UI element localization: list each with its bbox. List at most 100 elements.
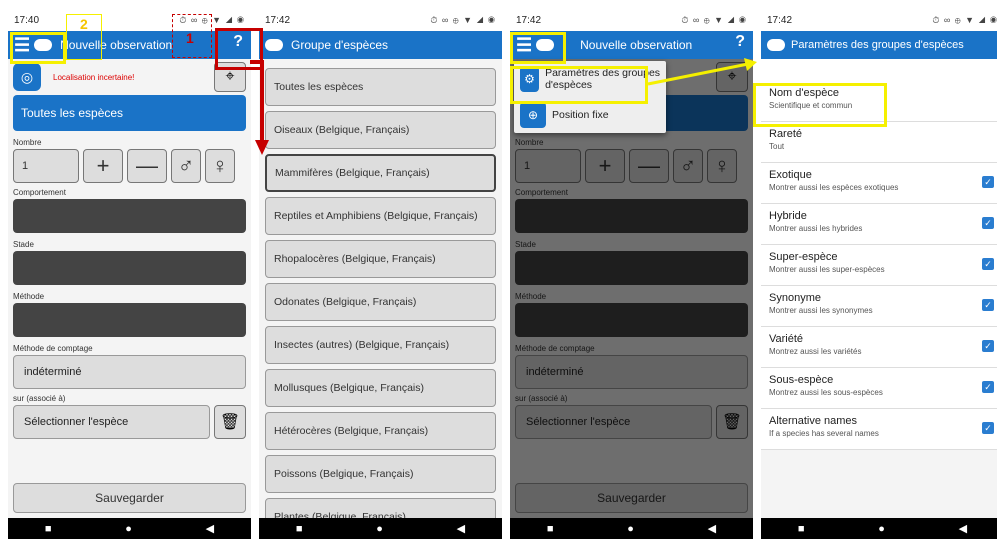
android-nav-bar: ■ ● ◀ <box>259 518 502 539</box>
settings-row-title: Synonyme <box>769 292 821 304</box>
settings-row[interactable]: Synonyme Montrer aussi les synonymes ✓ <box>761 286 997 327</box>
count-input[interactable]: 1 <box>13 149 79 183</box>
highlight-menu-item <box>510 66 648 104</box>
settings-row-subtitle: Montrez aussi les variétés <box>769 347 862 356</box>
behaviour-label: Comportement <box>13 188 66 197</box>
behaviour-field[interactable] <box>13 199 246 233</box>
home-icon[interactable]: ● <box>878 523 885 535</box>
gps-icon[interactable]: ◎ <box>13 63 41 91</box>
settings-row[interactable]: Alternative names If a species has severa… <box>761 409 997 450</box>
group-item[interactable]: Odonates (Belgique, Français) <box>265 283 496 321</box>
back-icon[interactable]: ◀ <box>206 522 214 535</box>
checkbox[interactable]: ✓ <box>982 176 994 188</box>
settings-row[interactable]: Rareté Tout <box>761 122 997 163</box>
status-bar: 17:42 ⏱ ∞ ⊕ ▼ ◢ ◉ <box>761 9 997 31</box>
settings-row-title: Sous-espèce <box>769 374 834 386</box>
settings-row-subtitle: Montrez aussi les sous-espèces <box>769 388 883 397</box>
highlight-menu-icon <box>10 32 66 64</box>
recents-icon[interactable]: ■ <box>296 523 303 535</box>
plus-button[interactable]: + <box>83 149 123 183</box>
status-time: 17:42 <box>516 14 542 26</box>
method-label: Méthode <box>13 292 45 301</box>
page-title: Groupe d'espèces <box>291 38 389 52</box>
back-icon[interactable]: ◀ <box>457 522 465 535</box>
settings-row-subtitle: Montrer aussi les hybrides <box>769 224 863 233</box>
settings-row[interactable]: Hybride Montrer aussi les hybrides ✓ <box>761 204 997 245</box>
status-bar: 17:42 ⏱ ∞ ⊕ ▼ ◢ ◉ <box>259 9 502 31</box>
associated-species-field[interactable]: Sélectionner l'espèce <box>13 405 210 439</box>
settings-row-title: Variété <box>769 333 804 345</box>
female-button[interactable]: ♀ <box>205 149 235 183</box>
count-label: Nombre <box>13 138 42 147</box>
count-row: 1 + — ♂ ♀ <box>13 149 246 183</box>
group-item[interactable]: Reptiles et Amphibiens (Belgique, França… <box>265 197 496 235</box>
save-button[interactable]: Sauvegarder <box>13 483 246 513</box>
checkbox[interactable]: ✓ <box>982 258 994 270</box>
settings-row-title: Rareté <box>769 128 803 140</box>
settings-row[interactable]: Exotique Montrer aussi les espèces exotiq… <box>761 163 997 204</box>
checkbox[interactable]: ✓ <box>982 422 994 434</box>
associated-row: Sélectionner l'espèce 🗑 <box>13 405 246 439</box>
species-select-button[interactable]: Toutes les espèces <box>13 95 246 131</box>
trash-icon: 🗑 <box>219 414 241 431</box>
page-title: Paramètres des groupes d'espèces <box>791 39 964 51</box>
settings-row-subtitle: Montrer aussi les synonymes <box>769 306 873 315</box>
recents-icon[interactable]: ■ <box>798 523 805 535</box>
highlight-menu-icon-2 <box>510 32 566 64</box>
highlight-help-icon <box>215 28 263 70</box>
home-icon[interactable]: ● <box>376 523 383 535</box>
settings-row[interactable]: Variété Montrez aussi les variétés ✓ <box>761 327 997 368</box>
status-time: 17:42 <box>767 14 793 26</box>
screen-new-observation: 17:40 ⏱ ∞ ⊕ ▼ ◢ ◉ ☰ Nouvelle observation… <box>8 9 251 539</box>
delete-button[interactable]: 🗑 <box>214 405 246 439</box>
recents-icon[interactable]: ■ <box>547 523 554 535</box>
settings-list: Nom d'espèce Scientifique et commun Rareté… <box>761 81 997 450</box>
settings-row[interactable]: Super-espèce Montrer aussi les super-espè… <box>761 245 997 286</box>
settings-row[interactable]: Sous-espèce Montrez aussi les sous-espèce… <box>761 368 997 409</box>
logo-icon[interactable] <box>767 39 785 51</box>
settings-row-title: Super-espèce <box>769 251 838 263</box>
android-nav-bar: ■ ● ◀ <box>8 518 251 539</box>
stage-field[interactable] <box>13 251 246 285</box>
android-nav-bar: ■ ● ◀ <box>510 518 753 539</box>
back-icon[interactable]: ◀ <box>959 522 967 535</box>
status-time: 17:40 <box>14 14 40 26</box>
menu-item-label: Position fixe <box>552 109 609 121</box>
recents-icon[interactable]: ■ <box>45 523 52 535</box>
group-item[interactable]: Hétérocères (Belgique, Français) <box>265 412 496 450</box>
map-pin-icon: ⌖ <box>225 68 235 85</box>
checkbox[interactable]: ✓ <box>982 340 994 352</box>
form: ◎ Localisation incertaine! ⌖ Toutes les … <box>8 59 251 439</box>
home-icon[interactable]: ● <box>125 523 132 535</box>
group-item[interactable]: Rhopalocères (Belgique, Français) <box>265 240 496 278</box>
status-icons: ⏱ ∞ ⊕ ▼ ◢ ◉ <box>681 14 747 25</box>
group-item[interactable]: Mammifères (Belgique, Français) <box>265 154 496 192</box>
group-item[interactable]: Poissons (Belgique, Français) <box>265 455 496 493</box>
status-bar: 17:42 ⏱ ∞ ⊕ ▼ ◢ ◉ <box>510 9 753 31</box>
count-method-field[interactable]: indéterminé <box>13 355 246 389</box>
settings-row-title: Alternative names <box>769 415 858 427</box>
home-icon[interactable]: ● <box>627 523 634 535</box>
group-item[interactable]: Mollusques (Belgique, Français) <box>265 369 496 407</box>
android-nav-bar: ■ ● ◀ <box>761 518 997 539</box>
checkbox[interactable]: ✓ <box>982 217 994 229</box>
group-item[interactable]: Toutes les espèces <box>265 68 496 106</box>
back-icon[interactable]: ◀ <box>708 522 716 535</box>
crosshair-icon: ⊕ <box>520 102 546 128</box>
checkbox[interactable]: ✓ <box>982 299 994 311</box>
status-icons: ⏱ ∞ ⊕ ▼ ◢ ◉ <box>932 14 997 25</box>
stage-label: Stade <box>13 240 34 249</box>
settings-row-subtitle: Tout <box>769 142 785 151</box>
method-field[interactable] <box>13 303 246 337</box>
app-bar: Groupe d'espèces <box>259 31 502 59</box>
screen-species-groups: 17:42 ⏱ ∞ ⊕ ▼ ◢ ◉ Groupe d'espèces Toute… <box>259 9 502 539</box>
annotation-number-2: 2 <box>80 16 88 32</box>
logo-icon[interactable] <box>265 39 283 51</box>
male-button[interactable]: ♂ <box>171 149 201 183</box>
checkbox[interactable]: ✓ <box>982 381 994 393</box>
group-item[interactable]: Insectes (autres) (Belgique, Français) <box>265 326 496 364</box>
help-icon[interactable]: ? <box>735 33 745 51</box>
group-item[interactable]: Oiseaux (Belgique, Français) <box>265 111 496 149</box>
annotation-number-1: 1 <box>186 30 194 46</box>
minus-button[interactable]: — <box>127 149 167 183</box>
